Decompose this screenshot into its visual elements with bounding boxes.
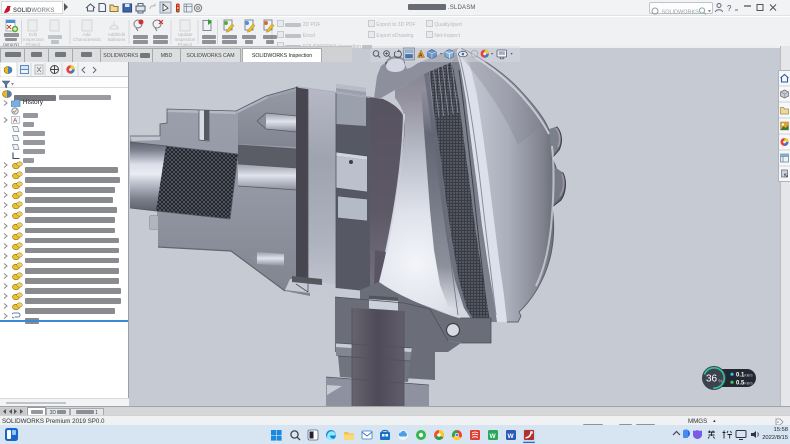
svg-text:A: A xyxy=(419,53,423,59)
svg-text:A: A xyxy=(13,117,18,124)
svg-text:%: % xyxy=(719,379,723,384)
svg-text:W: W xyxy=(508,432,515,439)
svg-text:?: ? xyxy=(727,4,732,13)
svg-text:SOLIDWORKS: SOLIDWORKS xyxy=(660,9,700,15)
svg-text:36: 36 xyxy=(706,374,718,385)
svg-text:SOLIDWORKS: SOLIDWORKS xyxy=(13,8,54,14)
svg-text:W: W xyxy=(490,432,497,439)
